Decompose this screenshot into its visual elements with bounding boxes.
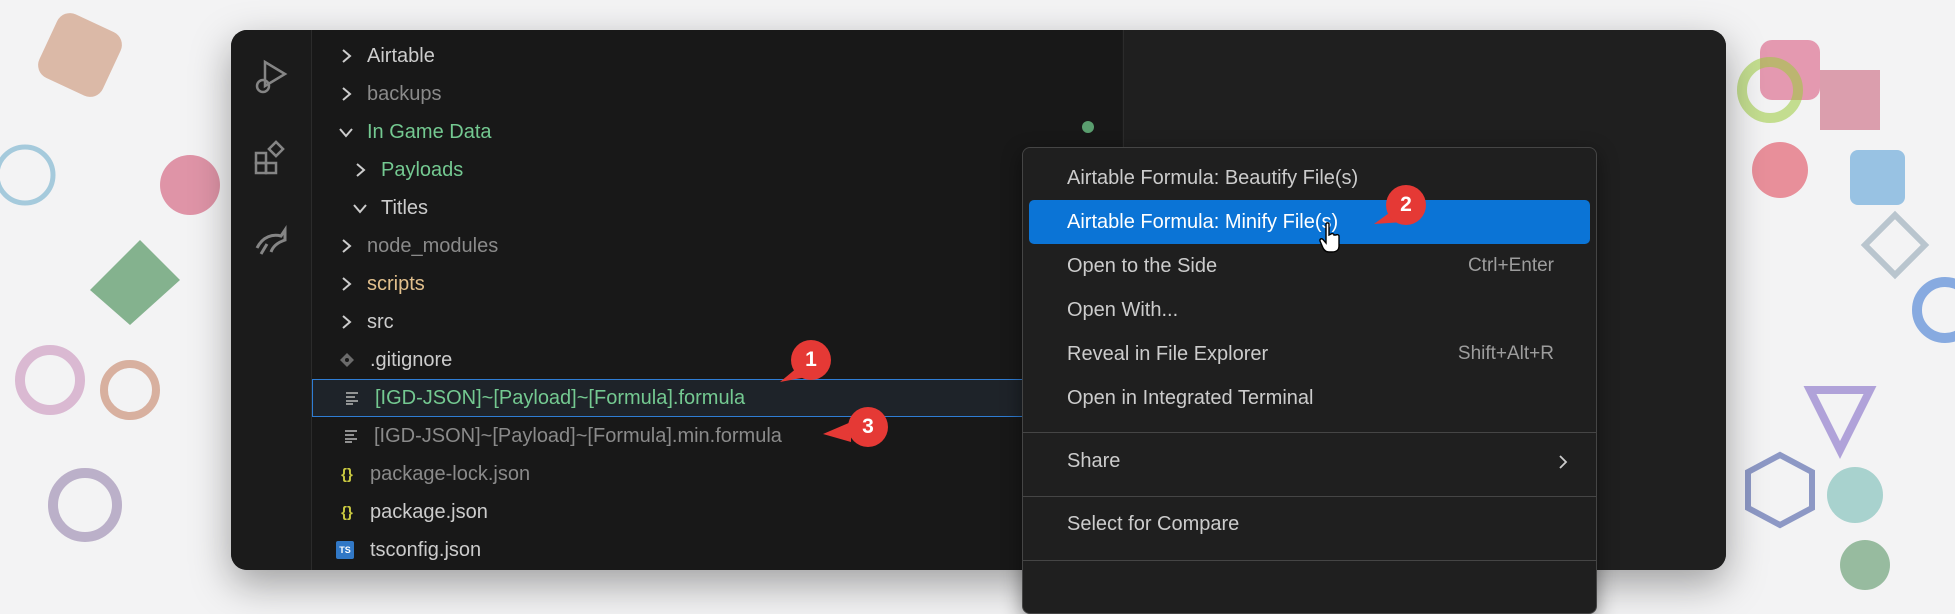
green-c-logo xyxy=(1737,57,1803,123)
menu-item-beautify[interactable]: Airtable Formula: Beautify File(s) xyxy=(1029,156,1590,200)
chevron-down-icon xyxy=(339,125,353,139)
tree-item[interactable]: TS tsconfig.json xyxy=(312,531,1122,569)
json-icon: {} xyxy=(341,465,353,483)
chevron-right-icon xyxy=(339,49,353,63)
menu-item-shortcut: Ctrl+Enter xyxy=(1467,255,1554,276)
file-explorer: Airtable backups In Game Data Payloads T… xyxy=(312,30,1122,570)
tree-item-label: Titles xyxy=(381,196,429,219)
step-badge-3: 3 xyxy=(848,407,888,447)
chevron-right-icon xyxy=(339,239,353,253)
tree-item-label: backups xyxy=(367,82,442,105)
tree-item[interactable]: scripts xyxy=(312,265,1122,303)
sphere-logo xyxy=(160,155,220,215)
menu-item-minify[interactable]: Airtable Formula: Minify File(s) xyxy=(1029,200,1590,244)
hand-cursor-icon xyxy=(1319,222,1340,253)
menu-item-open-with[interactable]: Open With... xyxy=(1029,288,1590,332)
menu-divider xyxy=(1023,432,1596,433)
menu-item-select-compare[interactable]: Select for Compare xyxy=(1029,502,1590,546)
menu-item-label: Share xyxy=(1067,449,1121,472)
lines-icon xyxy=(341,387,363,409)
menu-item-label: Airtable Formula: Minify File(s) xyxy=(1067,210,1339,233)
tree-item[interactable]: backups xyxy=(312,75,1122,113)
teal-logo xyxy=(1827,467,1883,523)
menu-divider xyxy=(1023,560,1596,561)
tree-item-label: node_modules xyxy=(367,234,499,257)
lines-icon xyxy=(340,425,362,447)
chevron-right-icon xyxy=(1558,453,1568,476)
tree-item-label: tsconfig.json xyxy=(370,538,482,561)
tree-item[interactable]: {} package-lock.json xyxy=(312,455,1122,493)
menu-item-open-terminal[interactable]: Open in Integrated Terminal xyxy=(1029,376,1590,420)
menu-item-label: Reveal in File Explorer xyxy=(1067,342,1269,365)
git-icon xyxy=(336,349,358,371)
clover-logo xyxy=(1840,540,1890,590)
blue-logo xyxy=(1850,150,1905,205)
chevron-down-icon xyxy=(353,201,367,215)
json-icon: {} xyxy=(341,503,353,521)
cube-logo xyxy=(48,468,122,542)
extensions-icon[interactable] xyxy=(247,134,295,182)
ts-icon: TS xyxy=(336,541,354,559)
tree-item-label: [IGD-JSON]~[Payload]~[Formula].min.formu… xyxy=(374,424,782,447)
menu-item-open-to-side[interactable]: Open to the Side Ctrl+Enter xyxy=(1029,244,1590,288)
smile-logo xyxy=(0,144,56,206)
tree-item-label: Payloads xyxy=(381,158,464,181)
tree-item-label: .gitignore xyxy=(370,348,453,371)
tree-item-label: Airtable xyxy=(367,44,435,67)
menu-item-share[interactable]: Share xyxy=(1029,439,1590,483)
tree-item-label: scripts xyxy=(367,272,425,295)
activity-bar xyxy=(231,30,312,570)
menu-item-shortcut: Shift+Alt+R xyxy=(1457,343,1554,364)
menu-item-label: Airtable Formula: Beautify File(s) xyxy=(1067,166,1359,189)
chevron-right-icon xyxy=(339,277,353,291)
run-debug-icon[interactable] xyxy=(247,52,295,100)
kangaroo-icon[interactable] xyxy=(247,216,295,264)
menu-item-label: Open With... xyxy=(1067,298,1179,321)
knot-logo xyxy=(100,360,160,420)
menu-item-label: Select for Compare xyxy=(1067,512,1240,535)
tree-item[interactable]: Titles xyxy=(312,189,1122,227)
chevron-right-icon xyxy=(353,163,367,177)
hex-logo xyxy=(1745,451,1815,529)
tree-item[interactable]: [IGD-JSON]~[Payload]~[Formula].min.formu… xyxy=(312,417,1122,455)
menu-item-reveal[interactable]: Reveal in File Explorer Shift+Alt+R xyxy=(1029,332,1590,376)
tree-item[interactable]: {} package.json xyxy=(312,493,1122,531)
zapier-logo xyxy=(38,13,122,97)
tree-item[interactable]: node_modules xyxy=(312,227,1122,265)
red-logo xyxy=(1752,142,1808,198)
tree-item[interactable]: src xyxy=(312,303,1122,341)
green-logo xyxy=(90,240,180,325)
step-badge-1: 1 xyxy=(791,340,831,380)
p-logo xyxy=(15,345,85,415)
tree-item-selected[interactable]: [IGD-JSON]~[Payload]~[Formula].formula xyxy=(312,379,1122,417)
tree-item[interactable]: .gitignore xyxy=(312,341,1122,379)
tree-item-label: package-lock.json xyxy=(370,462,531,485)
chevron-right-icon xyxy=(339,87,353,101)
step-badge-2: 2 xyxy=(1386,185,1426,225)
menu-item-label: Open to the Side xyxy=(1067,254,1218,277)
tree-item-label: In Game Data xyxy=(367,120,492,143)
menu-divider xyxy=(1023,496,1596,497)
context-menu: Airtable Formula: Beautify File(s) Airta… xyxy=(1022,147,1597,614)
chevron-right-icon xyxy=(339,315,353,329)
stripes-logo xyxy=(1820,70,1880,130)
v-logo xyxy=(1803,386,1877,459)
tree-item[interactable]: In Game Data xyxy=(312,113,1122,151)
g-logo xyxy=(1912,277,1955,343)
tree-item[interactable]: Payloads xyxy=(312,151,1122,189)
tree-item-label: [IGD-JSON]~[Payload]~[Formula].formula xyxy=(375,386,746,409)
tree-item-label: package.json xyxy=(370,500,488,523)
menu-item-label: Open in Integrated Terminal xyxy=(1067,386,1314,409)
tree-item-label: src xyxy=(367,310,394,333)
tree-item[interactable]: Airtable xyxy=(312,37,1122,75)
